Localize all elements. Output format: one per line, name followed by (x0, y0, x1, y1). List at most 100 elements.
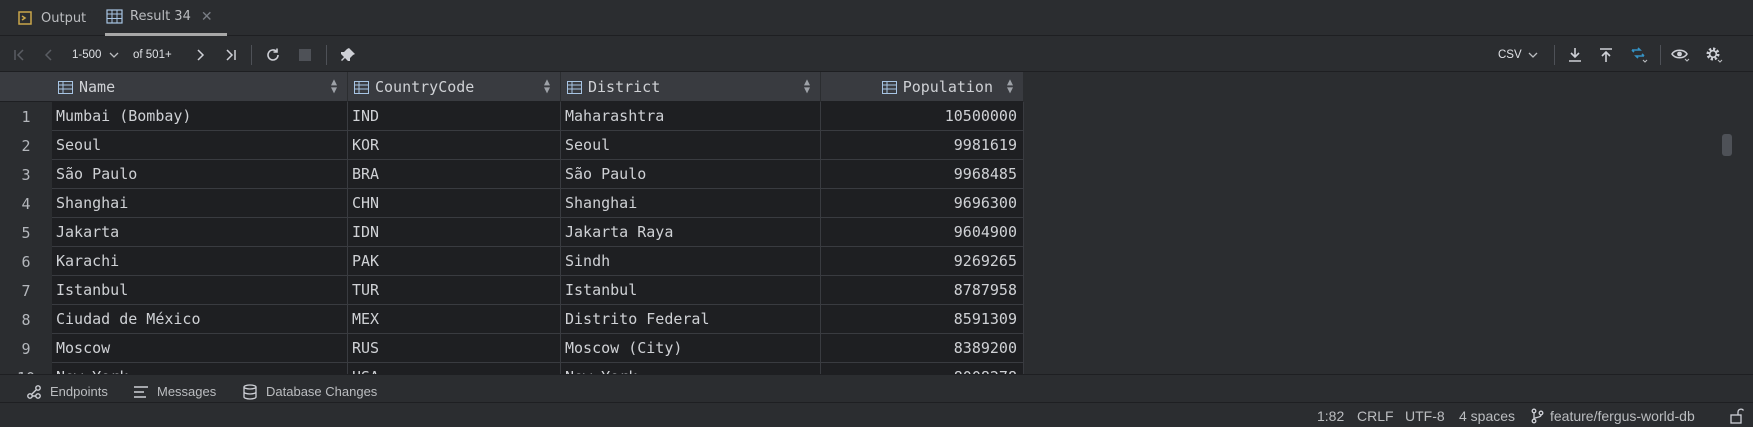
table-row[interactable]: Karachi PAK Sindh 9269265 (52, 247, 1024, 276)
row-number[interactable]: 2 (0, 131, 52, 160)
pin-tab-button[interactable] (338, 37, 358, 72)
cell-name[interactable]: Jakarta (52, 218, 348, 246)
column-header-countrycode[interactable]: CountryCode ▲ ▼ (348, 72, 561, 102)
row-number[interactable]: 6 (0, 247, 52, 276)
stop-button[interactable] (296, 37, 314, 72)
cell-district[interactable]: Maharashtra (561, 102, 821, 130)
column-header-district[interactable]: District ▲ ▼ (561, 72, 821, 102)
cell-population[interactable]: 9604900 (821, 218, 1024, 246)
close-icon[interactable]: ✕ (201, 9, 213, 25)
cell-name[interactable]: Mumbai (Bombay) (52, 102, 348, 130)
vertical-scrollbar[interactable] (1721, 102, 1733, 374)
cell-population[interactable]: 8787958 (821, 276, 1024, 304)
table-row[interactable]: Mumbai (Bombay) IND Maharashtra 10500000 (52, 102, 1024, 131)
cell-population[interactable]: 8389200 (821, 334, 1024, 362)
cell-population[interactable]: 10500000 (821, 102, 1024, 130)
row-number[interactable]: 8 (0, 305, 52, 334)
row-number[interactable]: 5 (0, 218, 52, 247)
cell-district[interactable]: New York (561, 363, 821, 374)
total-rows-label[interactable]: of 501+ (133, 37, 172, 72)
table-row[interactable]: São Paulo BRA São Paulo 9968485 (52, 160, 1024, 189)
tab-result[interactable]: Result 34 ✕ (105, 0, 227, 36)
cell-name[interactable]: Istanbul (52, 276, 348, 304)
cell-name[interactable]: Moscow (52, 334, 348, 362)
table-row[interactable]: Istanbul TUR Istanbul 8787958 (52, 276, 1024, 305)
table-row[interactable]: Moscow RUS Moscow (City) 8389200 (52, 334, 1024, 363)
sort-icon[interactable]: ▲ ▼ (544, 78, 550, 96)
last-page-button[interactable] (222, 37, 240, 72)
cell-district[interactable]: Istanbul (561, 276, 821, 304)
cell-name[interactable]: São Paulo (52, 160, 348, 188)
table-row[interactable]: Jakarta IDN Jakarta Raya 9604900 (52, 218, 1024, 247)
table-row[interactable]: Shanghai CHN Shanghai 9696300 (52, 189, 1024, 218)
row-number[interactable]: 7 (0, 276, 52, 305)
scrollbar-thumb[interactable] (1722, 134, 1732, 156)
column-header-population[interactable]: Population ▲ ▼ (821, 72, 1024, 102)
first-page-icon (14, 48, 24, 61)
cell-population[interactable]: 8008278 (821, 363, 1024, 374)
indent-setting[interactable]: 4 spaces (1459, 403, 1515, 427)
cell-countrycode[interactable]: IND (348, 102, 561, 130)
toolbar-separator (326, 45, 327, 65)
cell-district[interactable]: São Paulo (561, 160, 821, 188)
cell-name[interactable]: New York (52, 363, 348, 374)
cell-countrycode[interactable]: USA (348, 363, 561, 374)
endpoints-label: Endpoints (50, 384, 108, 399)
sort-icon[interactable]: ▲ ▼ (1007, 78, 1013, 96)
cell-district[interactable]: Jakarta Raya (561, 218, 821, 246)
table-row[interactable]: Seoul KOR Seoul 9981619 (52, 131, 1024, 160)
sort-icon[interactable]: ▲ ▼ (331, 78, 337, 96)
row-number[interactable]: 3 (0, 160, 52, 189)
cell-district[interactable]: Moscow (City) (561, 334, 821, 362)
import-data-button[interactable] (1596, 37, 1616, 72)
view-options-button[interactable] (1670, 37, 1692, 72)
tab-output[interactable]: Output (16, 0, 86, 36)
settings-button[interactable] (1703, 37, 1725, 72)
caret-position[interactable]: 1:82 (1317, 403, 1344, 427)
cell-countrycode[interactable]: BRA (348, 160, 561, 188)
cell-district[interactable]: Shanghai (561, 189, 821, 217)
previous-page-button[interactable] (40, 37, 58, 72)
export-format-select[interactable]: CSV (1498, 37, 1538, 72)
cell-countrycode[interactable]: CHN (348, 189, 561, 217)
cell-countrycode[interactable]: MEX (348, 305, 561, 333)
cell-countrycode[interactable]: TUR (348, 276, 561, 304)
table-row[interactable]: New York USA New York 8008278 (52, 363, 1024, 374)
cell-population[interactable]: 9696300 (821, 189, 1024, 217)
readonly-toggle[interactable] (1730, 403, 1744, 427)
cell-population[interactable]: 8591309 (821, 305, 1024, 333)
cell-population[interactable]: 9968485 (821, 160, 1024, 188)
cell-name[interactable]: Karachi (52, 247, 348, 275)
git-branch-widget[interactable]: feature/fergus-world-db (1530, 403, 1695, 427)
line-ending[interactable]: CRLF (1357, 403, 1394, 427)
cell-name[interactable]: Shanghai (52, 189, 348, 217)
export-data-button[interactable] (1565, 37, 1585, 72)
grid-body: Mumbai (Bombay) IND Maharashtra 10500000… (52, 102, 1024, 374)
cell-countrycode[interactable]: RUS (348, 334, 561, 362)
cell-district[interactable]: Distrito Federal (561, 305, 821, 333)
refresh-button[interactable] (263, 37, 283, 72)
cell-district[interactable]: Sindh (561, 247, 821, 275)
next-page-button[interactable] (191, 37, 209, 72)
page-range-select[interactable]: 1-500 (72, 37, 119, 72)
cell-population[interactable]: 9981619 (821, 131, 1024, 159)
row-number[interactable]: 9 (0, 334, 52, 363)
table-row[interactable]: Ciudad de México MEX Distrito Federal 85… (52, 305, 1024, 334)
row-number[interactable]: 1 (0, 102, 52, 131)
first-page-button[interactable] (10, 37, 28, 72)
cell-name[interactable]: Seoul (52, 131, 348, 159)
tab-output-label: Output (41, 10, 87, 26)
cell-countrycode[interactable]: KOR (348, 131, 561, 159)
row-number[interactable]: 10 (0, 363, 52, 375)
sort-icon[interactable]: ▲ ▼ (804, 78, 810, 96)
file-encoding[interactable]: UTF-8 (1405, 403, 1445, 427)
cell-district[interactable]: Seoul (561, 131, 821, 159)
chevron-down-icon (1528, 52, 1538, 58)
column-header-name[interactable]: Name ▲ ▼ (52, 72, 348, 102)
cell-population[interactable]: 9269265 (821, 247, 1024, 275)
cell-countrycode[interactable]: IDN (348, 218, 561, 246)
cell-name[interactable]: Ciudad de México (52, 305, 348, 333)
cell-countrycode[interactable]: PAK (348, 247, 561, 275)
row-number[interactable]: 4 (0, 189, 52, 218)
compare-button[interactable] (1627, 37, 1651, 72)
